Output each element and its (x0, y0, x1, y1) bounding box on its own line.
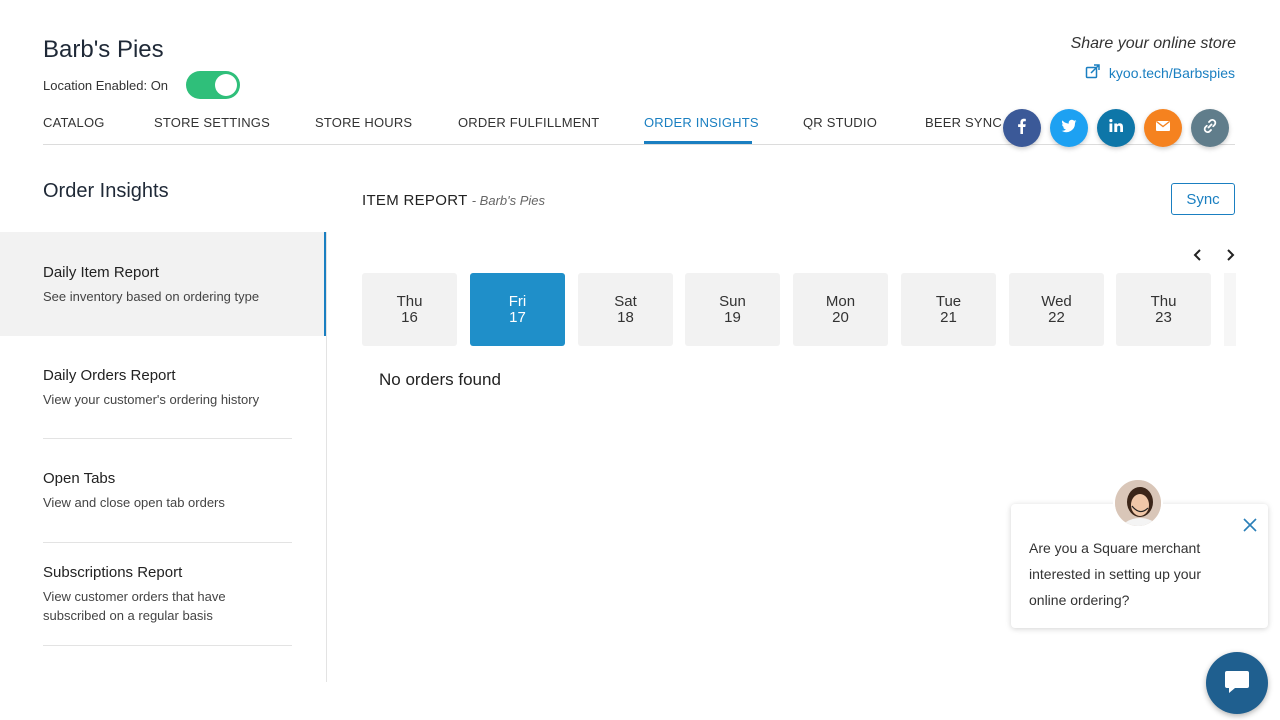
day-of-week: Thu (396, 292, 423, 310)
linkedin-share-button[interactable] (1097, 109, 1135, 147)
next-days-button[interactable] (1220, 247, 1240, 267)
social-share-buttons (1003, 109, 1229, 147)
close-icon[interactable] (1241, 516, 1259, 534)
sidebar-divider (43, 645, 292, 646)
link-icon (1201, 117, 1219, 140)
report-title: ITEM REPORT (362, 192, 468, 209)
sidebar-item-title: Open Tabs (43, 470, 116, 487)
email-share-button[interactable] (1144, 109, 1182, 147)
day-button[interactable]: Mon 20 (793, 273, 888, 346)
sidebar-item-title: Daily Item Report (43, 264, 159, 281)
day-button[interactable]: Sat 18 (578, 273, 673, 346)
sidebar-item-daily-orders-report[interactable]: Daily Orders Report View your customer's… (0, 336, 326, 438)
tab-beer-sync[interactable]: BEER SYNC (925, 115, 1002, 130)
tab-store-settings[interactable]: STORE SETTINGS (154, 115, 270, 130)
day-number: 23 (1155, 308, 1172, 326)
store-link[interactable]: kyoo.tech/Barbspies (1085, 63, 1235, 82)
tab-qr-studio[interactable]: QR STUDIO (803, 115, 877, 130)
day-button[interactable]: Thu 16 (362, 273, 457, 346)
email-icon (1154, 117, 1172, 140)
sidebar-border (326, 232, 327, 682)
sidebar-item-desc: View your customer's ordering history (43, 392, 260, 407)
chat-message: Are you a Square merchant interested in … (1029, 540, 1201, 608)
day-button[interactable]: Sun 19 (685, 273, 780, 346)
store-title: Barb's Pies (43, 36, 164, 63)
sidebar-item-title: Subscriptions Report (43, 564, 183, 581)
chat-launcher-button[interactable] (1206, 652, 1268, 714)
day-of-week: Thu (1150, 292, 1177, 310)
copy-link-button[interactable] (1191, 109, 1229, 147)
day-number: 22 (1048, 308, 1065, 326)
day-number: 16 (401, 308, 418, 326)
sidebar-item-daily-item-report[interactable]: Daily Item Report See inventory based on… (0, 232, 326, 336)
day-of-week: Sat (614, 292, 637, 310)
day-button[interactable]: Tue 21 (901, 273, 996, 346)
facebook-icon (1013, 117, 1031, 140)
prev-days-button[interactable] (1188, 247, 1208, 267)
day-of-week: Sun (719, 292, 746, 310)
day-number: 20 (832, 308, 849, 326)
day-of-week: Wed (1041, 292, 1072, 310)
day-button[interactable]: Wed 22 (1009, 273, 1104, 346)
sidebar-item-desc: View and close open tab orders (43, 495, 225, 510)
location-label: Location Enabled: On (43, 77, 169, 93)
share-title: Share your online store (1070, 35, 1236, 52)
day-number: 21 (940, 308, 957, 326)
day-number: 19 (724, 308, 741, 326)
sidebar-item-open-tabs[interactable]: Open Tabs View and close open tab orders (0, 439, 326, 541)
day-of-week: Tue (935, 292, 962, 310)
chat-icon (1221, 665, 1253, 702)
day-button[interactable]: Thu 23 (1116, 273, 1211, 346)
sync-button[interactable]: Sync (1171, 183, 1235, 215)
active-tab-indicator (644, 141, 752, 144)
tab-order-fulfillment[interactable]: ORDER FULFILLMENT (458, 115, 599, 130)
location-toggle[interactable] (186, 71, 241, 99)
report-heading: ITEM REPORT - Barb's Pies (362, 192, 545, 209)
day-button-selected[interactable]: Fri 17 (470, 273, 565, 346)
day-of-week: Mon (825, 292, 856, 310)
facebook-share-button[interactable] (1003, 109, 1041, 147)
sidebar-title: Order Insights (43, 180, 169, 202)
support-agent-avatar (1113, 478, 1163, 528)
chevron-left-icon (1191, 248, 1205, 267)
day-of-week: Fri (508, 292, 527, 310)
chevron-right-icon (1223, 248, 1237, 267)
day-button-partial[interactable] (1224, 273, 1236, 346)
twitter-icon (1060, 117, 1078, 140)
linkedin-icon (1107, 117, 1125, 140)
report-subtitle: - Barb's Pies (471, 193, 546, 208)
twitter-share-button[interactable] (1050, 109, 1088, 147)
sidebar-item-desc: View customer orders that have subscribe… (43, 589, 226, 623)
location-status: Location Enabled: On (43, 71, 241, 99)
toggle-knob (215, 74, 238, 96)
day-number: 18 (617, 308, 634, 326)
tab-catalog[interactable]: CATALOG (43, 115, 105, 130)
sidebar-item-title: Daily Orders Report (43, 367, 176, 384)
empty-state-message: No orders found (379, 370, 501, 389)
sidebar-item-subscriptions-report[interactable]: Subscriptions Report View customer order… (0, 543, 326, 645)
external-link-icon (1085, 63, 1101, 82)
day-number: 17 (509, 308, 526, 326)
tab-store-hours[interactable]: STORE HOURS (315, 115, 412, 130)
store-link-text: kyoo.tech/Barbspies (1108, 64, 1235, 81)
sidebar-item-desc: See inventory based on ordering type (43, 289, 260, 304)
tab-order-insights[interactable]: ORDER INSIGHTS (644, 115, 759, 130)
